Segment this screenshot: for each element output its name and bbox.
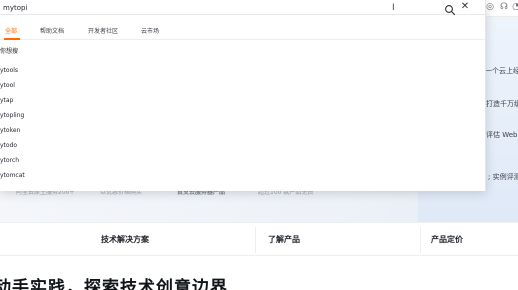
section-heading: 动手实践，探索技术创意边界: [0, 278, 228, 290]
side-snippet: ; 实例评测征: [488, 173, 518, 181]
product-nav-bar: 技术解决方案 了解产品 产品定价: [0, 222, 518, 256]
suggestion-item[interactable]: ytools: [0, 64, 486, 78]
search-icon[interactable]: [444, 1, 456, 16]
suggestion-header: 你想搜: [0, 48, 19, 55]
active-tab-indicator: [4, 38, 20, 40]
side-snippet: 打造千万级 F: [486, 100, 518, 108]
tab-developer-community[interactable]: 开发者社区: [88, 26, 118, 35]
side-snippet: 评估 Web 服: [486, 131, 518, 139]
globe-icon[interactable]: ◎: [485, 2, 495, 12]
text-cursor: I: [392, 3, 395, 13]
nav-tech-solutions[interactable]: 技术解决方案: [101, 234, 149, 245]
tab-help-docs[interactable]: 帮助文档: [40, 26, 64, 35]
suggestion-item[interactable]: ytoken: [0, 124, 486, 138]
bell-icon[interactable]: ◔: [511, 2, 518, 12]
support-icon[interactable]: ☊: [499, 2, 509, 12]
search-bar: I ✕: [0, 0, 486, 16]
nav-divider: [255, 227, 256, 253]
suggestion-item[interactable]: ytorch: [0, 154, 486, 168]
tab-all[interactable]: 全部: [5, 26, 17, 35]
suggestion-item[interactable]: ytopling: [0, 109, 486, 123]
suggestion-item[interactable]: ytap: [0, 94, 486, 108]
nav-pricing[interactable]: 产品定价: [431, 234, 463, 245]
suggestion-item[interactable]: ytool: [0, 79, 486, 93]
side-snippet: 一个云上经典: [485, 67, 518, 75]
suggestion-item[interactable]: ytomcat: [0, 169, 486, 183]
nav-divider: [420, 227, 421, 253]
nav-learn-products[interactable]: 了解产品: [268, 234, 300, 245]
search-dropdown: I ✕ 全部 帮助文档 开发者社区 云市场 你想搜 ytools ytool y…: [0, 0, 486, 191]
close-icon[interactable]: ✕: [459, 1, 471, 13]
tab-marketplace[interactable]: 云市场: [141, 26, 159, 35]
suggestion-item[interactable]: ytodo: [0, 139, 486, 153]
search-input[interactable]: [3, 1, 383, 14]
search-tabs: 全部 帮助文档 开发者社区 云市场: [0, 17, 486, 40]
